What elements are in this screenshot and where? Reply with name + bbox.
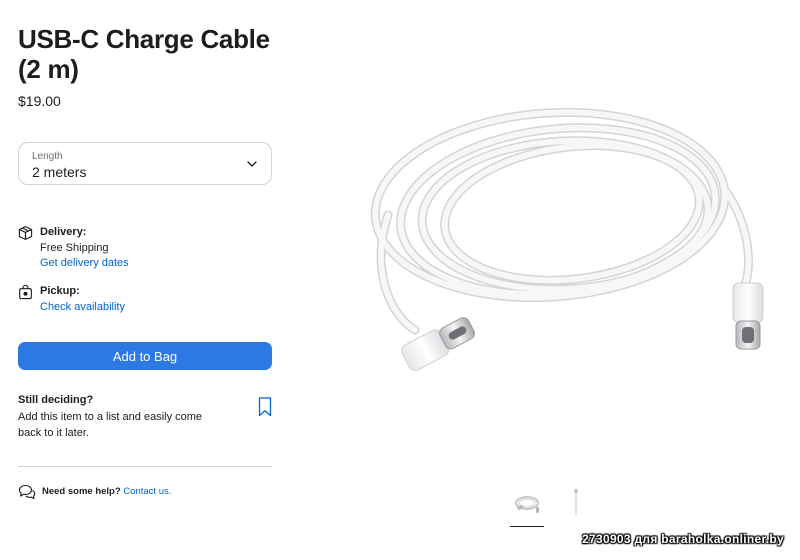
selected-thumbnail-indicator	[510, 526, 544, 527]
length-select[interactable]: Length 2 meters	[18, 142, 272, 185]
delivery-heading: Delivery:	[40, 226, 87, 238]
product-image	[370, 107, 764, 371]
help-question: Need some help?	[42, 486, 121, 497]
help-section: Need some help? Contact us.	[18, 484, 278, 500]
watermark: 2730903 для baraholka.onliner.by	[582, 532, 784, 546]
add-to-bag-button[interactable]: Add to Bag	[18, 342, 272, 370]
contact-us-link[interactable]: Contact us.	[123, 486, 171, 497]
get-delivery-dates-link[interactable]: Get delivery dates	[40, 256, 129, 272]
still-deciding-heading: Still deciding?	[18, 394, 94, 406]
pickup-heading: Pickup:	[40, 285, 80, 297]
length-select-value: 2 meters	[32, 164, 87, 180]
gallery-thumbnail-1[interactable]	[510, 487, 544, 527]
product-price: $19.00	[18, 93, 61, 109]
product-title: USB-C Charge Cable (2 m)	[18, 24, 270, 84]
chevron-down-icon	[247, 161, 257, 167]
still-deciding-text: Add this item to a list and easily come …	[18, 411, 203, 439]
still-deciding-section: Still deciding? Add this item to a list …	[18, 393, 258, 441]
delivery-detail: Free Shipping	[40, 241, 109, 254]
gallery-thumbnail-2[interactable]	[573, 488, 579, 516]
box-icon	[18, 226, 33, 240]
chat-bubbles-icon	[18, 484, 36, 500]
check-availability-link[interactable]: Check availability	[40, 300, 125, 316]
length-select-label: Length	[32, 151, 63, 162]
bag-icon	[19, 284, 32, 300]
bookmark-icon[interactable]	[258, 397, 272, 417]
divider	[18, 466, 272, 467]
